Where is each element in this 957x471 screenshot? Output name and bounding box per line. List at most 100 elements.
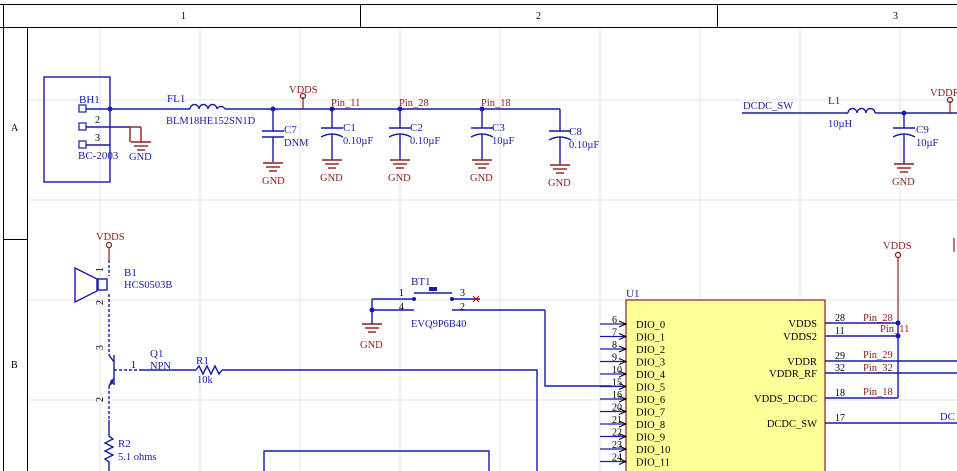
vdds-power-port-u1: VDDS xyxy=(883,241,912,323)
net-label-u1-pin28: Pin_28 xyxy=(863,313,893,324)
u1-pin-number: 23 xyxy=(612,440,622,451)
junction-dot xyxy=(412,297,416,301)
u1-pin-number: 21 xyxy=(612,415,622,426)
q1-pin3: 3 xyxy=(95,345,106,350)
u1-pin-number: 16 xyxy=(612,390,622,401)
q1-ref: Q1 xyxy=(150,348,163,360)
gnd-symbol-c3: GND xyxy=(470,159,493,184)
u1-pin-name: DIO_5 xyxy=(636,383,665,394)
c8-capacitor[interactable]: C8 0.10µF xyxy=(548,109,599,165)
net-label-u1-pin29: Pin_29 xyxy=(863,350,893,361)
gnd-label: GND xyxy=(892,177,915,188)
u1-pin-name: VDDS2 xyxy=(783,332,817,343)
bh1-ref: BH1 xyxy=(79,94,100,106)
c7-value: DNM xyxy=(284,138,309,149)
zone-label-rowB: B xyxy=(11,360,18,371)
c7-ref: C7 xyxy=(284,124,297,136)
net-label-dc: DC xyxy=(940,412,955,423)
u1-pin-name: DIO_3 xyxy=(636,358,665,369)
c9-ref: C9 xyxy=(916,124,929,136)
bt1-pin4: 4 xyxy=(399,302,404,313)
u1-pin-number: 10 xyxy=(612,365,622,376)
r2-value: 5.1 ohms xyxy=(118,452,157,463)
u1-pin-number: 22 xyxy=(612,428,622,439)
c7-capacitor[interactable]: C7 DNM xyxy=(262,109,309,162)
vdds-label: VDDS xyxy=(96,232,125,243)
gnd-label: GND xyxy=(129,152,152,163)
u1-pin-number: 20 xyxy=(612,403,622,414)
b1-pin2: 2 xyxy=(95,300,106,305)
c3-value: 10µF xyxy=(492,136,515,147)
u1-pin-name: DIO_7 xyxy=(636,408,665,419)
zone-label-col3: 3 xyxy=(893,11,898,22)
u1-pin-name: VDDR_RF xyxy=(769,369,817,380)
b1-value: HCS0503B xyxy=(124,280,172,291)
bh1-value: BC-2003 xyxy=(78,150,119,162)
u1-pin-name: DCDC_SW xyxy=(767,419,817,430)
gnd-label: GND xyxy=(388,173,411,184)
zone-label-col2: 2 xyxy=(536,11,541,22)
fl1-value: BLM18HE152SN1D xyxy=(166,116,256,127)
net-label-u1-pin32: Pin_32 xyxy=(863,363,893,374)
u1-pin-number: 15 xyxy=(612,378,622,389)
r2-ref: R2 xyxy=(118,438,131,450)
c2-ref: C2 xyxy=(410,122,423,134)
bt1-pushbutton[interactable]: BT1 1 4 3 2 EVQ9P6B40 xyxy=(369,276,546,330)
wire xyxy=(263,450,490,471)
bh1-pin3: 3 xyxy=(95,133,100,144)
c1-capacitor[interactable]: C1 0.10µF xyxy=(320,109,373,160)
gnd-label: GND xyxy=(548,178,571,189)
q1-pin2: 2 xyxy=(95,397,106,402)
u1-pin-name: DIO_9 xyxy=(636,433,665,444)
bh1-pin2: 2 xyxy=(95,115,100,126)
net-label-u1-pin11: Pin_11 xyxy=(880,324,909,335)
fl1-ref: FL1 xyxy=(167,93,185,105)
u1-pin-name: VDDS xyxy=(788,319,817,330)
u1-pin-number: 11 xyxy=(835,326,845,337)
gnd-symbol-c7: GND xyxy=(262,162,285,187)
bt1-ref: BT1 xyxy=(411,276,431,288)
u1-pin-name: DIO_4 xyxy=(636,370,666,381)
u1-pin-name: DIO_6 xyxy=(636,395,665,406)
gnd-label: GND xyxy=(262,176,285,187)
c2-capacitor[interactable]: C2 0.10µF xyxy=(388,109,440,160)
u1-pin-name: VDDR xyxy=(787,357,817,368)
c1-value: 0.10µF xyxy=(343,136,373,147)
net-label-pin11: Pin_11 xyxy=(331,98,360,109)
q1-npn-transistor[interactable]: 3 2 1 Q1 NPN xyxy=(95,334,171,420)
c2-value: 0.10µF xyxy=(410,136,440,147)
l1-value: 10µH xyxy=(828,119,853,130)
u1-pin-number: 17 xyxy=(835,413,845,424)
b1-buzzer[interactable]: 1 2 B1 HCS0503B xyxy=(74,260,172,334)
u1-pin-number: 32 xyxy=(835,363,845,374)
u1-pin-name: DIO_11 xyxy=(636,458,670,469)
u1-pin-name: DIO_0 xyxy=(636,320,665,331)
c3-ref: C3 xyxy=(492,122,505,134)
c1-ref: C1 xyxy=(343,122,356,134)
u1-pin-name: DIO_2 xyxy=(636,345,665,356)
u1-pin-name: VDDS_DCDC xyxy=(754,394,817,405)
gnd-symbol-c9: GND xyxy=(892,163,915,188)
u1-pin-number: 24 xyxy=(612,453,622,464)
gnd-symbol-bt1: GND xyxy=(360,323,383,351)
vdds-power-port: VDDS xyxy=(289,85,318,109)
fl1-ferrite-bead[interactable]: FL1 BLM18HE152SN1D xyxy=(166,93,256,127)
b1-ref: B1 xyxy=(124,267,137,279)
vddr-label: VDDR xyxy=(930,88,957,99)
bt1-pin2: 2 xyxy=(460,302,465,313)
bt1-value: EVQ9P6B40 xyxy=(411,319,466,330)
u1-pin-number: 18 xyxy=(835,388,845,399)
net-label-u1-pin18: Pin_18 xyxy=(863,387,893,398)
gnd-label: GND xyxy=(470,173,493,184)
bh1-battery-holder[interactable]: BH1 2 3 BC-2003 xyxy=(43,76,130,183)
u1-pin-number: 28 xyxy=(835,313,845,324)
gnd-label: GND xyxy=(360,340,383,351)
c3-capacitor[interactable]: C3 10µF xyxy=(470,109,515,160)
u1-pin-name: DIO_10 xyxy=(636,445,670,456)
b1-pin1: 1 xyxy=(95,267,106,272)
r2-resistor[interactable]: R2 5.1 ohms xyxy=(103,420,157,471)
vdds-label: VDDS xyxy=(289,85,318,96)
c8-value: 0.10µF xyxy=(569,140,599,151)
net-label-pin28: Pin_28 xyxy=(399,98,429,109)
r1-ref: R1 xyxy=(196,355,209,367)
